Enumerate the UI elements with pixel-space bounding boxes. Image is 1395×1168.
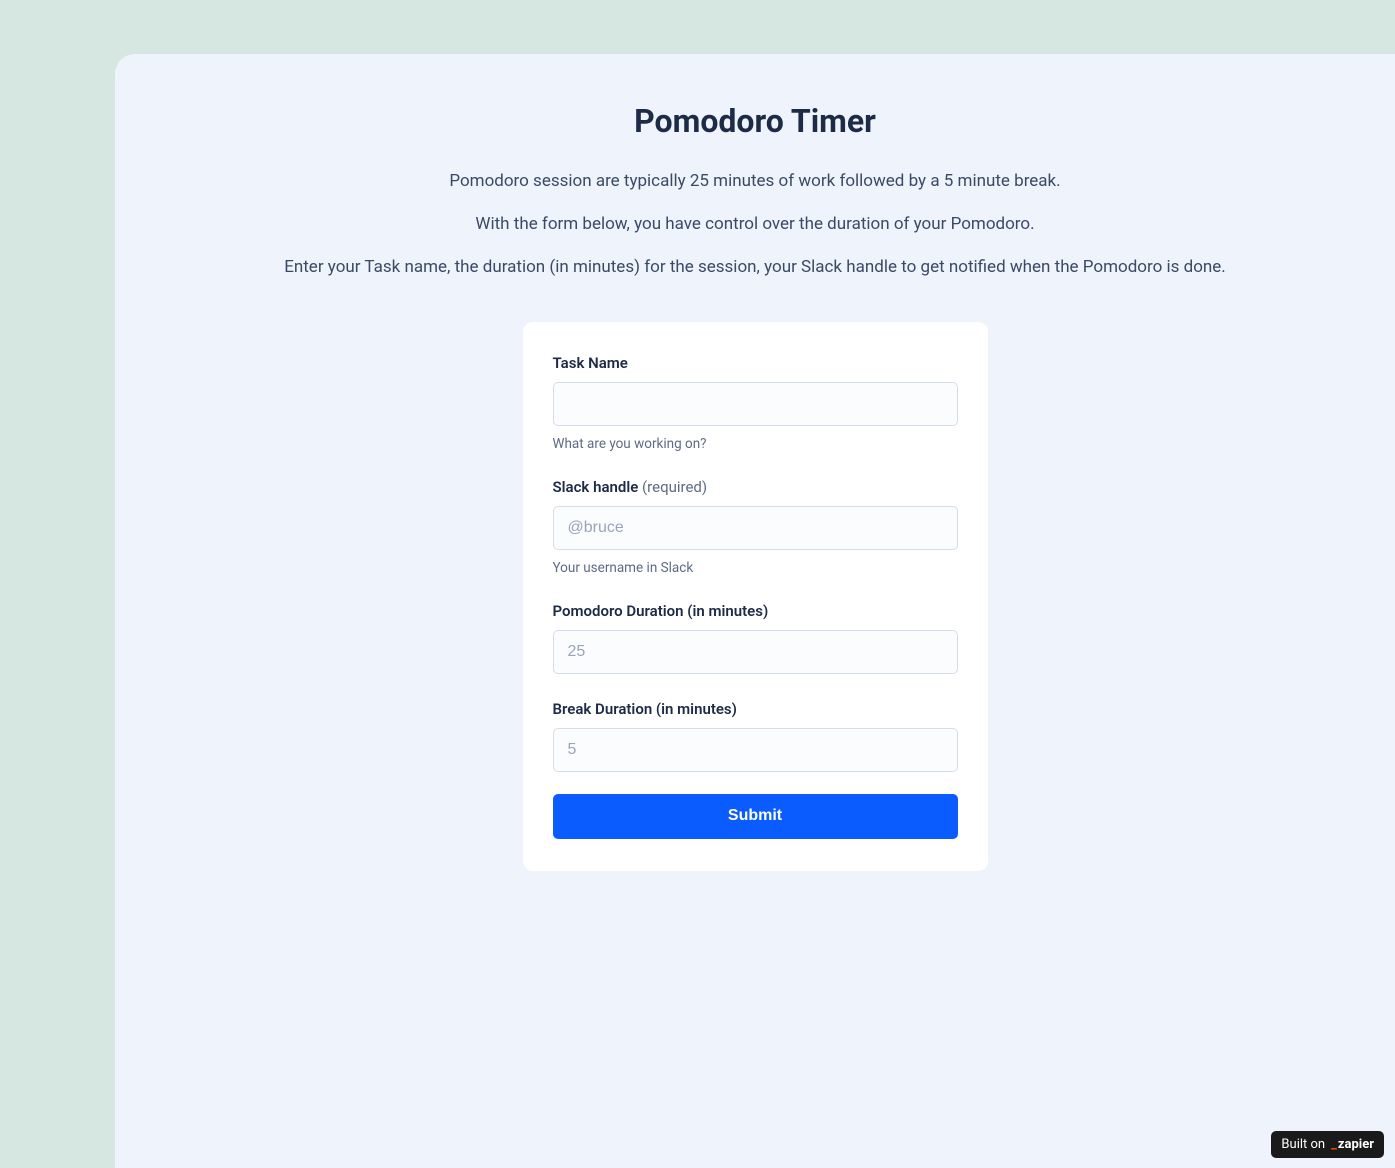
task-name-label: Task Name (553, 354, 958, 372)
pomodoro-duration-label: Pomodoro Duration (in minutes) (553, 602, 958, 620)
pomodoro-duration-input[interactable] (553, 630, 958, 674)
slack-handle-input[interactable] (553, 506, 958, 550)
badge-prefix: Built on (1281, 1137, 1325, 1152)
built-on-badge[interactable]: Built on _zapier (1271, 1131, 1384, 1158)
pomodoro-duration-group: Pomodoro Duration (in minutes) (553, 602, 958, 674)
task-name-hint: What are you working on? (553, 436, 958, 452)
zapier-underscore-icon: _ (1331, 1137, 1337, 1152)
break-duration-label: Break Duration (in minutes) (553, 700, 958, 718)
slack-handle-hint: Your username in Slack (553, 560, 958, 576)
slack-handle-label: Slack handle (required) (553, 478, 958, 496)
description-line-2: With the form below, you have control ov… (255, 211, 1255, 238)
description-line-1: Pomodoro session are typically 25 minute… (255, 168, 1255, 195)
zapier-logo: _zapier (1331, 1137, 1374, 1152)
break-duration-input[interactable] (553, 728, 958, 772)
badge-brand-text: zapier (1338, 1137, 1374, 1152)
page-container: Pomodoro Timer Pomodoro session are typi… (115, 54, 1395, 1168)
slack-handle-label-text: Slack handle (553, 478, 639, 496)
required-indicator: (required) (642, 478, 707, 496)
slack-handle-group: Slack handle (required) Your username in… (553, 478, 958, 576)
description-line-3: Enter your Task name, the duration (in m… (255, 254, 1255, 281)
task-name-group: Task Name What are you working on? (553, 354, 958, 452)
form-card: Task Name What are you working on? Slack… (523, 322, 988, 871)
page-title: Pomodoro Timer (255, 102, 1255, 140)
submit-button[interactable]: Submit (553, 794, 958, 839)
break-duration-group: Break Duration (in minutes) (553, 700, 958, 772)
content-area: Pomodoro Timer Pomodoro session are typi… (255, 102, 1255, 871)
task-name-input[interactable] (553, 382, 958, 426)
